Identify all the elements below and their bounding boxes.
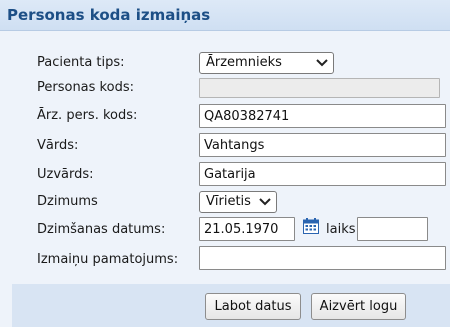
gender-select[interactable]: Vīrietis [199,191,277,213]
dialog-title: Personas koda izmaiņas [7,6,211,24]
gender-label: Dzimums [37,194,98,209]
time-label: laiks [326,222,356,237]
personal-code-input[interactable] [199,78,440,98]
last-name-label: Uzvārds: [37,167,94,182]
patient-type-value: Ārzemnieks [206,55,282,70]
chevron-down-icon [259,198,271,206]
last-name-input[interactable] [199,162,446,186]
gender-value: Vīrietis [206,194,251,209]
save-button[interactable]: Labot datus [205,293,301,320]
reason-input[interactable] [199,246,446,270]
first-name-label: Vārds: [37,138,79,153]
close-button[interactable]: Aizvērt logu [311,293,406,320]
birth-date-label: Dzimšanas datums: [37,222,166,237]
first-name-input[interactable] [199,133,446,157]
patient-type-label: Pacienta tips: [37,55,125,70]
birth-date-input[interactable] [199,217,295,241]
chevron-down-icon [316,59,328,67]
personal-code-label: Personas kods: [37,80,134,95]
foreign-code-input[interactable] [199,104,446,128]
reason-label: Izmaiņu pamatojums: [37,252,179,267]
time-input[interactable] [357,217,428,241]
calendar-icon[interactable] [303,218,319,234]
title-bar: Personas koda izmaiņas [0,0,450,31]
patient-type-select[interactable]: Ārzemnieks [199,52,334,74]
foreign-code-label: Ārz. pers. kods: [37,108,138,123]
